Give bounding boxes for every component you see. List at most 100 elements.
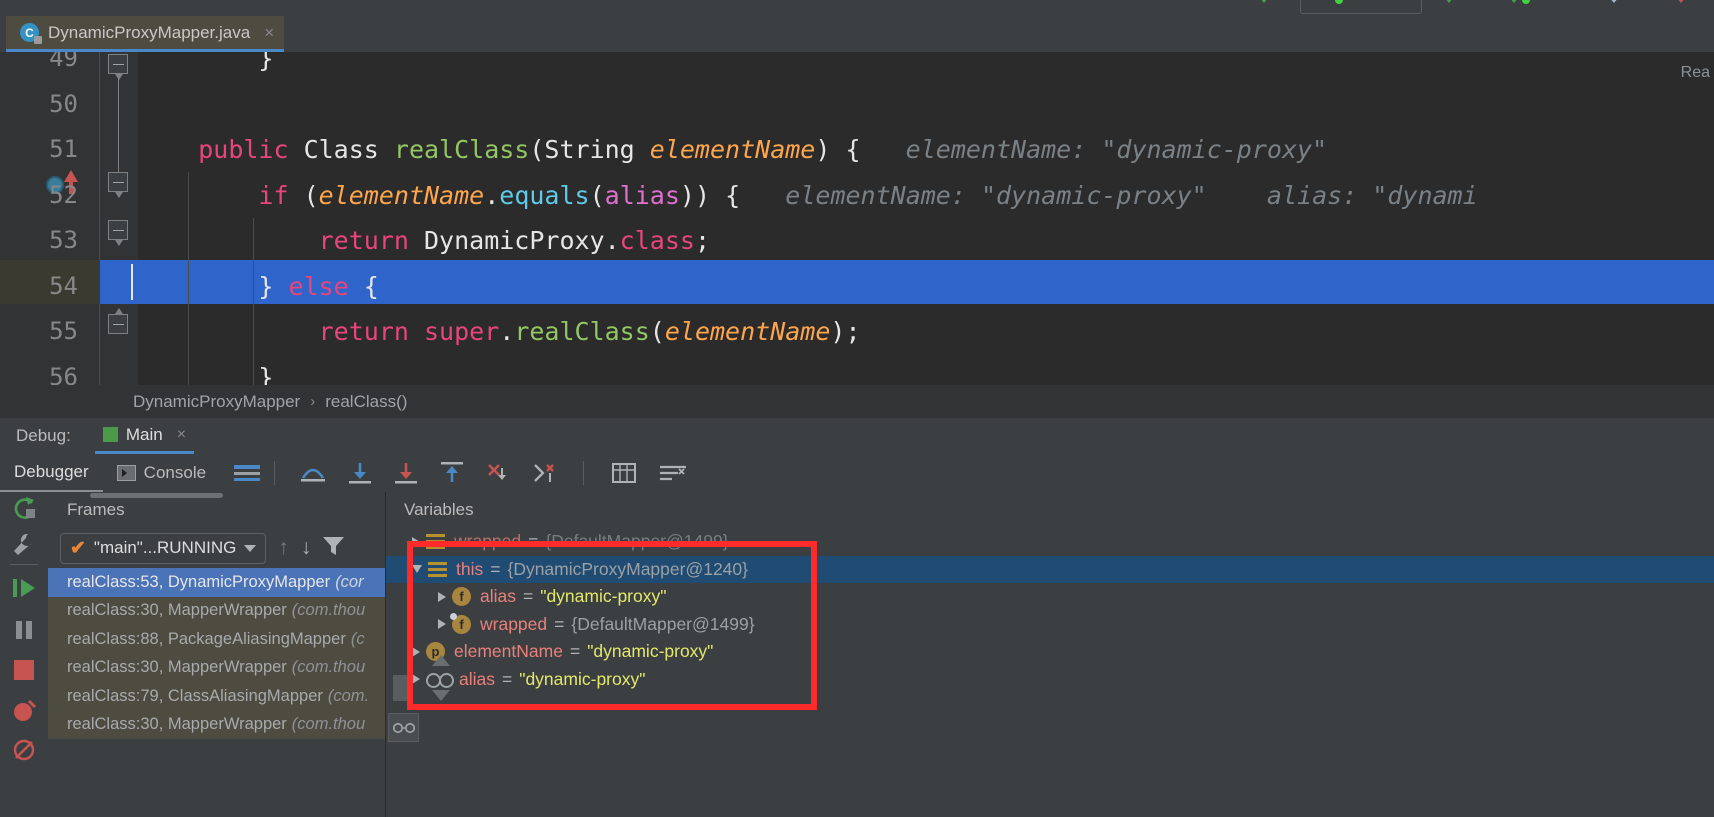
pause-program-icon[interactable] <box>8 614 40 646</box>
frame-package: (com.thou <box>291 601 366 620</box>
frame-method: realClass:79, ClassAliasingMapper <box>67 686 323 705</box>
field-icon-modified: f <box>450 612 471 634</box>
variable-row[interactable]: p elementName = "dynamic-proxy" <box>386 638 1714 666</box>
code-line[interactable]: return super.realClass(elementName); <box>138 317 861 346</box>
down-arrow-icon[interactable]: ↓ <box>301 536 312 560</box>
code-line[interactable]: } <box>138 52 273 73</box>
layout-icon[interactable] <box>234 464 261 482</box>
scroll-up-icon[interactable] <box>432 655 450 666</box>
variable-row[interactable]: this = {DynamicProxyMapper@1240} <box>386 555 1714 583</box>
chevron-right-icon[interactable] <box>438 619 446 630</box>
chevron-down-icon[interactable] <box>412 565 422 574</box>
editor-tab-dynamicproxymapper[interactable]: C DynamicProxyMapper.java × <box>6 16 285 52</box>
equals-sign: = <box>490 558 501 579</box>
watches-toggle-button[interactable] <box>388 713 419 742</box>
mute-breakpoints-icon[interactable] <box>8 734 40 766</box>
frame-method: realClass:88, PackageAliasingMapper <box>67 629 346 648</box>
object-icon <box>428 561 447 577</box>
scroll-down-icon[interactable] <box>432 690 450 701</box>
breadcrumb-class[interactable]: DynamicProxyMapper <box>133 392 300 412</box>
code-token: elementName <box>664 317 831 346</box>
fold-marker-54[interactable] <box>108 308 130 336</box>
stop-toolbar-icon[interactable] <box>1672 0 1690 3</box>
check-icon: ✔ <box>70 537 86 559</box>
variable-name: alias <box>459 668 495 689</box>
chevron-down-icon[interactable] <box>244 544 257 552</box>
close-icon[interactable]: × <box>177 426 186 444</box>
java-class-icon: C <box>20 23 42 44</box>
code-token: return <box>318 317 424 346</box>
code-token: DynamicProxy <box>423 226 605 255</box>
variable-row[interactable]: wrapped = {DefaultMapper@1499} <box>386 528 1714 556</box>
breadcrumb-method[interactable]: realClass() <box>325 392 407 412</box>
frame-list-item[interactable]: realClass:53, DynamicProxyMapper (cor <box>48 568 385 597</box>
rerun-icon[interactable] <box>8 492 40 524</box>
step-out-icon[interactable] <box>440 462 464 484</box>
view-breakpoints-icon[interactable] <box>8 694 40 726</box>
fold-marker-51[interactable] <box>108 172 130 198</box>
frame-package: (cor <box>335 572 364 591</box>
frame-list-item[interactable]: realClass:30, MapperWrapper (com.thou <box>48 597 385 626</box>
code-line[interactable]: if (elementName.equals(alias)) { element… <box>138 181 1477 210</box>
resume-program-icon[interactable] <box>8 572 40 604</box>
line-number: 54 <box>49 271 78 300</box>
evaluate-expression-icon[interactable] <box>612 462 637 484</box>
settings-icon[interactable] <box>8 528 40 560</box>
code-line[interactable]: } else { <box>138 272 378 301</box>
tab-debugger[interactable]: Debugger <box>0 454 103 492</box>
frame-list-item[interactable]: realClass:30, MapperWrapper (com.thou <box>48 711 385 740</box>
variable-name: wrapped <box>480 613 548 634</box>
thread-combobox[interactable]: ✔ "main"...RUNNING <box>60 532 267 564</box>
debug-icon[interactable] <box>1440 0 1458 3</box>
run-config-icon <box>102 427 118 442</box>
code-token: ); <box>830 317 861 346</box>
debug-session-tab-main[interactable]: Main × <box>94 418 195 454</box>
chevron-right-icon[interactable] <box>412 536 420 547</box>
chevron-right-icon[interactable] <box>412 674 420 685</box>
run-configuration-selector[interactable] <box>1300 0 1422 14</box>
frame-list-item[interactable]: realClass:30, MapperWrapper (com.thou <box>48 654 385 683</box>
variable-value: "dynamic-proxy" <box>519 668 646 689</box>
frame-list-item[interactable]: realClass:88, PackageAliasingMapper (c <box>48 625 385 654</box>
settings-filter-icon[interactable] <box>660 463 687 483</box>
main-toolbar-strip <box>0 0 1714 16</box>
variable-name: this <box>456 558 484 579</box>
drop-frame-icon[interactable] <box>486 462 510 484</box>
up-arrow-icon[interactable]: ↑ <box>278 536 289 560</box>
line-number: 52 <box>49 180 78 209</box>
step-into-icon[interactable] <box>348 462 372 484</box>
run-to-cursor-icon[interactable] <box>532 462 556 484</box>
frames-panel: Frames ✔ "main"...RUNNING ↑ ↓ realClass:… <box>48 492 385 817</box>
code-line[interactable]: } <box>138 363 273 386</box>
code-line[interactable]: return DynamicProxy.class; <box>138 226 710 255</box>
code-token: } <box>258 52 274 73</box>
close-icon[interactable]: × <box>264 23 274 43</box>
tab-console[interactable]: Console <box>103 454 220 492</box>
panel-resize-handle[interactable] <box>393 675 409 701</box>
chevron-right-icon[interactable] <box>438 591 446 602</box>
variable-row[interactable]: f wrapped = {DefaultMapper@1499} <box>386 611 1714 639</box>
stop-icon[interactable] <box>8 654 40 686</box>
fold-marker-49[interactable] <box>108 54 130 80</box>
variable-name: alias <box>480 586 516 607</box>
fold-marker-52[interactable] <box>108 220 130 246</box>
chevron-right-icon[interactable] <box>412 646 420 657</box>
variable-row[interactable]: f alias = "dynamic-proxy" <box>386 583 1714 611</box>
frame-list-item[interactable]: realClass:79, ClassAliasingMapper (com. <box>48 682 385 711</box>
code-editor[interactable]: Rea 49 } 50 51 public Class realClass(Stri… <box>0 52 1714 385</box>
coverage-icon[interactable] <box>1505 0 1523 3</box>
code-token: realClass <box>514 317 650 346</box>
force-step-into-icon[interactable] <box>394 462 418 484</box>
variable-row[interactable]: alias = "dynamic-proxy" <box>386 666 1714 694</box>
code-line[interactable]: public Class realClass(String elementNam… <box>138 135 1327 164</box>
line-number: 50 <box>49 89 78 118</box>
step-over-icon[interactable] <box>300 463 326 483</box>
frames-list[interactable]: realClass:53, DynamicProxyMapper (cor real… <box>48 568 385 739</box>
profile-icon[interactable] <box>1605 0 1623 3</box>
line-number: 53 <box>49 226 78 254</box>
horizontal-scrollbar[interactable] <box>90 493 223 498</box>
variables-tree[interactable]: wrapped = {DefaultMapper@1499} this = {Dynami… <box>386 528 1714 693</box>
run-icon[interactable] <box>1255 0 1273 3</box>
breadcrumb[interactable]: DynamicProxyMapper › realClass() <box>0 385 1714 418</box>
filter-icon[interactable] <box>323 536 345 561</box>
